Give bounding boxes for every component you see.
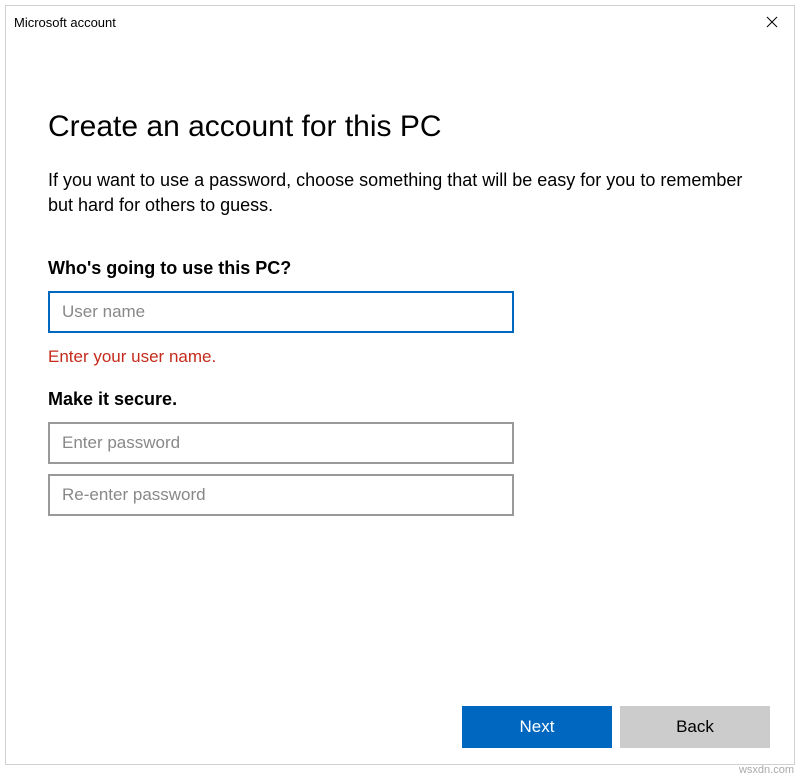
username-input[interactable] [48, 291, 514, 333]
username-label: Who's going to use this PC? [48, 258, 752, 279]
dialog-footer: Next Back [462, 706, 770, 748]
close-icon [766, 16, 778, 28]
titlebar: Microsoft account [6, 6, 794, 38]
username-error: Enter your user name. [48, 347, 752, 367]
titlebar-title: Microsoft account [14, 15, 116, 30]
page-description: If you want to use a password, choose so… [48, 168, 752, 218]
password-group: Make it secure. [48, 389, 752, 516]
close-button[interactable] [749, 6, 794, 38]
dialog-window: Microsoft account Create an account for … [5, 5, 795, 765]
password-label: Make it secure. [48, 389, 752, 410]
password-input[interactable] [48, 422, 514, 464]
confirm-password-input[interactable] [48, 474, 514, 516]
username-group: Who's going to use this PC? Enter your u… [48, 258, 752, 367]
dialog-content: Create an account for this PC If you wan… [6, 38, 794, 516]
back-button[interactable]: Back [620, 706, 770, 748]
page-heading: Create an account for this PC [48, 110, 752, 144]
next-button[interactable]: Next [462, 706, 612, 748]
watermark: wsxdn.com [739, 764, 794, 776]
